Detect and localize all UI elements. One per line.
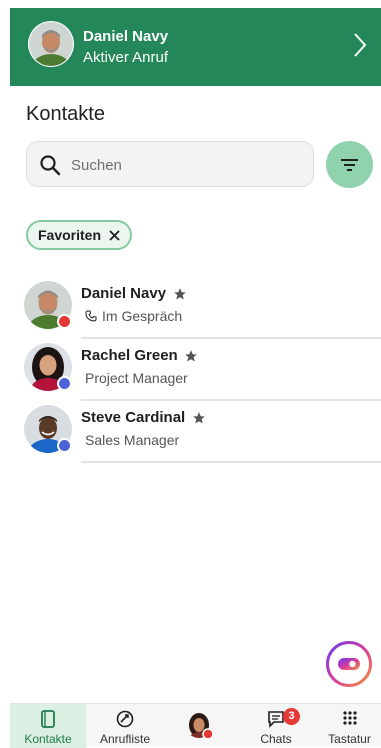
assistant-icon bbox=[326, 641, 372, 687]
contact-subtitle: Sales Manager bbox=[85, 432, 180, 448]
search-bar[interactable] bbox=[26, 141, 314, 187]
contact-name: Rachel Green bbox=[81, 347, 178, 364]
favorites-filter-chip[interactable]: Favoriten bbox=[26, 220, 133, 250]
contact-subtitle: Im Gespräch bbox=[102, 308, 183, 324]
contact-name: Steve Cardinal bbox=[81, 409, 186, 426]
star-icon[interactable] bbox=[192, 411, 206, 425]
divider bbox=[81, 461, 381, 463]
active-call-status: Aktiver Anruf bbox=[83, 49, 169, 66]
dialpad-icon bbox=[342, 711, 357, 725]
phone-icon bbox=[85, 310, 97, 322]
nav-item-profile[interactable] bbox=[170, 704, 230, 748]
nav-label: Anrufliste bbox=[99, 732, 151, 746]
active-call-banner[interactable]: Daniel Navy Aktiver Anruf bbox=[10, 8, 381, 86]
avatar bbox=[28, 21, 74, 67]
divider bbox=[81, 337, 381, 339]
nav-item-dialpad[interactable]: Tastatur bbox=[318, 704, 381, 748]
nav-item-chats[interactable]: 3 Chats bbox=[246, 704, 306, 748]
filter-button[interactable] bbox=[326, 141, 373, 188]
chats-icon bbox=[268, 711, 284, 728]
list-item[interactable]: Rachel Green Project Manager bbox=[24, 343, 381, 403]
presence-indicator bbox=[57, 376, 72, 391]
contact-name: Daniel Navy bbox=[81, 285, 167, 302]
star-icon[interactable] bbox=[184, 349, 198, 363]
list-item[interactable]: Steve Cardinal Sales Manager bbox=[24, 405, 381, 465]
contacts-icon bbox=[41, 710, 55, 728]
nav-item-contacts[interactable]: Kontakte bbox=[10, 704, 86, 748]
nav-label: Tastatur bbox=[328, 732, 371, 746]
divider bbox=[81, 399, 381, 401]
chevron-right-icon bbox=[354, 33, 367, 57]
chats-unread-badge: 3 bbox=[283, 708, 300, 725]
search-icon bbox=[40, 155, 61, 176]
active-call-name: Daniel Navy bbox=[83, 28, 169, 45]
presence-indicator bbox=[57, 314, 72, 329]
search-input[interactable] bbox=[69, 150, 303, 180]
close-icon[interactable] bbox=[109, 229, 120, 241]
chip-label: Favoriten bbox=[38, 227, 102, 243]
profile-avatar bbox=[186, 712, 214, 740]
bottom-navigation: Kontakte Anrufliste 3 Chats Tastatur bbox=[10, 703, 381, 748]
nav-item-call-history[interactable]: Anrufliste bbox=[90, 704, 160, 748]
page-title: Kontakte bbox=[26, 103, 105, 125]
nav-label: Chats bbox=[260, 732, 292, 746]
assistant-button[interactable] bbox=[325, 640, 373, 688]
nav-label: Kontakte bbox=[24, 732, 72, 746]
star-icon[interactable] bbox=[173, 287, 187, 301]
list-item[interactable]: Daniel Navy Im Gespräch bbox=[24, 281, 381, 341]
contact-subtitle: Project Manager bbox=[85, 370, 188, 386]
call-history-icon bbox=[116, 710, 134, 728]
presence-indicator bbox=[57, 438, 72, 453]
filter-icon bbox=[341, 159, 358, 171]
